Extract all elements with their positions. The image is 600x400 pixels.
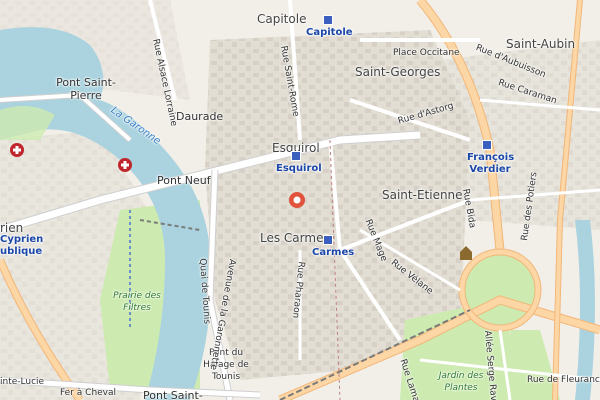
pont-neuf: Pont Neuf (157, 174, 211, 187)
metro-esquirol[interactable]: Esquirol (276, 163, 322, 174)
pont-saint-pierre: Pont Saint-Pierre (56, 76, 116, 102)
metro-station-icon (323, 235, 333, 245)
metro-saint-cyprien-republique[interactable]: Cyprien ublique (0, 234, 43, 258)
jardin-des-plantes-label: Jardin des Plantes (438, 371, 484, 393)
metro-carmes[interactable]: Carmes (312, 247, 354, 258)
street-fleurance: Rue de Fleurance (527, 375, 600, 385)
metro-francois-verdier[interactable]: François Verdier (467, 152, 514, 176)
district-saint-cyprien: rien (0, 221, 24, 235)
pont-saint: Pont Saint- (143, 389, 203, 400)
map-canvas[interactable]: Capitole Saint-Georges Saint-Aubin Saint… (0, 0, 600, 400)
metro-station-icon (482, 140, 492, 150)
hospital-cross-icon (10, 143, 24, 157)
district-les-carmes: Les Carmes (260, 231, 330, 245)
metro-capitole[interactable]: Capitole (306, 27, 353, 38)
metro-station-icon (291, 151, 301, 161)
district-saint-aubin: Saint-Aubin (506, 37, 576, 51)
district-daurade: Daurade (176, 110, 224, 123)
district-capitole: Capitole (257, 12, 307, 26)
district-saint-etienne: Saint-Etienne (382, 188, 463, 202)
district-saint-georges: Saint-Georges (355, 65, 441, 79)
place-occitane: Place Occitane (393, 48, 460, 58)
metro-station-icon (323, 15, 333, 25)
hospital-cross-icon (118, 158, 132, 172)
prairie-des-filtres-label: Prairie des Filtres (113, 291, 161, 313)
fer-a-cheval: Fer à Cheval (60, 388, 117, 398)
sainte-lucie: inte-Lucie (0, 377, 45, 387)
